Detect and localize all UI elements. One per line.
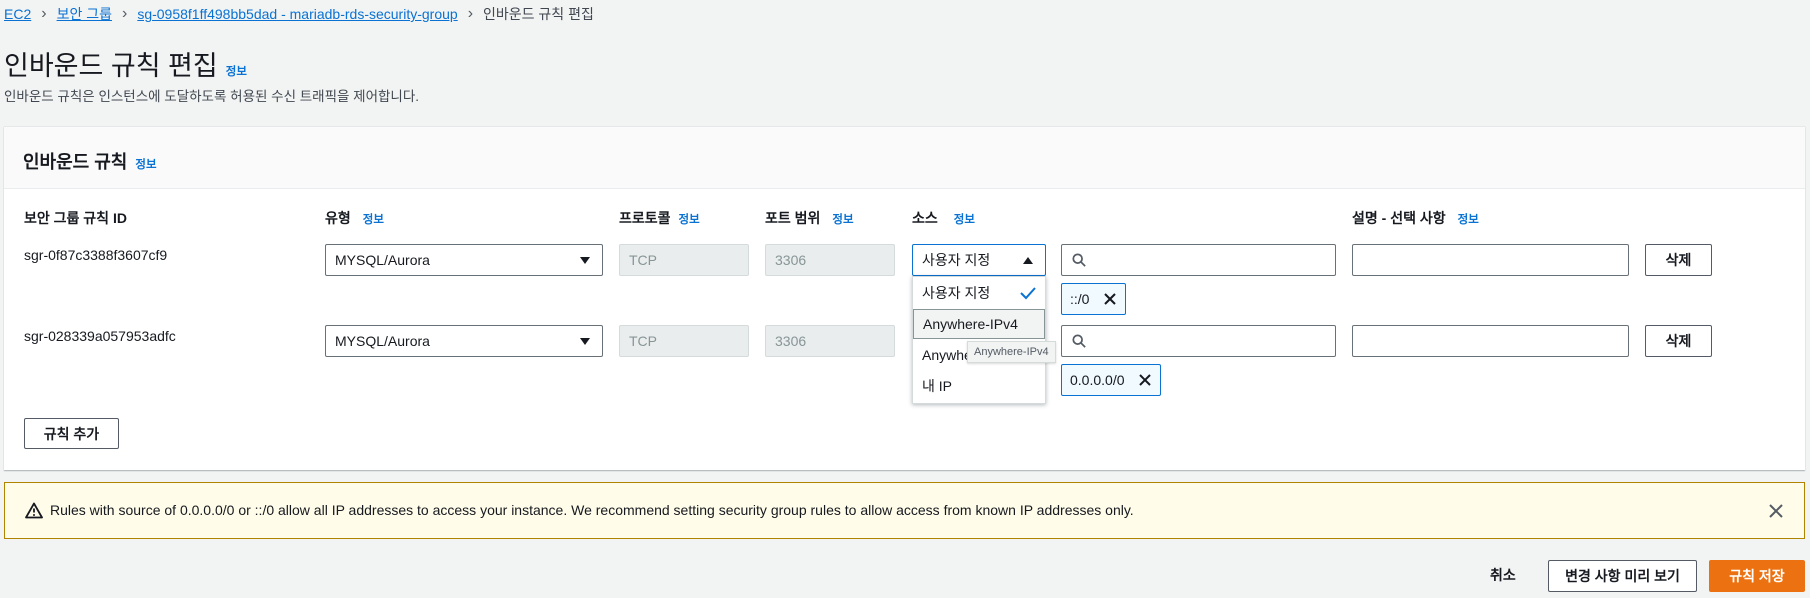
delete-rule-button[interactable]: 삭제 [1645,244,1712,276]
caret-down-icon [580,338,590,345]
description-input[interactable] [1352,244,1629,276]
panel-title: 인바운드 규칙 [23,152,128,172]
port-info-link[interactable]: 정보 [832,211,853,227]
dropdown-option-anywhere-ipv4[interactable]: Anywhere-IPv4 [913,309,1045,339]
type-select[interactable]: MYSQL/Aurora [325,325,603,357]
option-label: 내 IP [922,378,952,394]
protocol-field: TCP [619,325,749,357]
port-range-field: 3306 [765,325,895,357]
col-header-description: 설명 - 선택 사항 정보 [1352,208,1479,228]
caret-down-icon [580,257,590,264]
col-header-description-label: 설명 - 선택 사항 [1352,210,1446,226]
breadcrumb-current: 인바운드 규칙 편집 [483,6,594,22]
rule-id: sgr-028339a057953adfc [24,328,176,344]
option-label: Anywhe [922,347,972,363]
page-title: 인바운드 규칙 편집 [4,51,218,81]
col-header-protocol: 프로토콜 정보 [619,208,700,228]
description-info-link[interactable]: 정보 [1458,211,1479,227]
source-token: ::/0 [1061,283,1126,315]
type-select[interactable]: MYSQL/Aurora [325,244,603,276]
add-rule-button[interactable]: 규칙 추가 [24,418,119,449]
warning-alert: Rules with source of 0.0.0.0/0 or ::/0 a… [4,482,1805,539]
col-header-protocol-label: 프로토콜 [619,210,671,226]
remove-token-icon[interactable] [1138,373,1152,387]
panel-title-row: 인바운드 규칙 정보 [23,148,157,174]
page-title-row: 인바운드 규칙 편집 정보 [4,44,247,83]
col-header-rule-id-label: 보안 그룹 규칙 ID [24,210,127,226]
port-range-field: 3306 [765,244,895,276]
breadcrumb-security-group[interactable]: sg-0958f1ff498bb5dad - mariadb-rds-secur… [137,6,457,22]
save-rules-button[interactable]: 규칙 저장 [1709,560,1805,592]
col-header-type-label: 유형 [325,210,351,226]
col-header-rule-id: 보안 그룹 규칙 ID [24,208,127,228]
warning-icon [25,502,43,519]
col-header-source-label: 소스 [912,210,938,226]
panel-header: 인바운드 규칙 정보 [4,127,1805,189]
source-type-value: 사용자 지정 [922,252,991,268]
source-type-select[interactable]: 사용자 지정 [912,244,1046,276]
col-header-type: 유형 정보 [325,208,384,228]
panel-info-link[interactable]: 정보 [135,156,156,172]
page-subtitle: 인바운드 규칙은 인스턴스에 도달하도록 허용된 수신 트래픽을 제어합니다. [4,89,420,104]
chevron-right-icon: › [121,5,128,22]
chevron-right-icon: › [467,5,474,22]
protocol-field: TCP [619,244,749,276]
source-search-input[interactable] [1061,244,1336,276]
search-icon [1072,334,1086,348]
cancel-button[interactable]: 취소 [1490,565,1516,585]
check-icon [1020,287,1036,300]
type-select-value: MYSQL/Aurora [335,252,430,268]
warning-text: Rules with source of 0.0.0.0/0 or ::/0 a… [50,502,1134,518]
col-header-source: 소스 정보 [912,208,975,228]
source-token-label: 0.0.0.0/0 [1070,372,1125,388]
close-icon[interactable] [1768,503,1784,519]
rule-id: sgr-0f87c3388f3607cf9 [24,247,168,263]
option-tooltip: Anywhere-IPv4 [967,341,1056,363]
protocol-info-link[interactable]: 정보 [679,211,700,227]
description-input[interactable] [1352,325,1629,357]
type-select-value: MYSQL/Aurora [335,333,430,349]
inbound-rules-panel: 인바운드 규칙 정보 [4,126,1805,470]
source-token-label: ::/0 [1070,291,1090,307]
source-search-input[interactable] [1061,325,1336,357]
delete-rule-button[interactable]: 삭제 [1645,325,1712,357]
caret-up-icon [1023,257,1033,264]
type-info-link[interactable]: 정보 [363,211,384,227]
dropdown-option-my-ip[interactable]: 내 IP [913,371,1045,401]
search-icon [1072,253,1086,267]
page-info-link[interactable]: 정보 [226,63,247,79]
option-label: 사용자 지정 [922,285,991,301]
source-type-dropdown: 사용자 지정 Anywhere-IPv4 Anywhe 내 IP [912,276,1046,404]
preview-changes-button[interactable]: 변경 사항 미리 보기 [1548,560,1697,592]
source-info-link[interactable]: 정보 [954,211,975,227]
chevron-right-icon: › [41,5,47,22]
option-label: Anywhere-IPv4 [923,316,1018,332]
dropdown-option-custom[interactable]: 사용자 지정 [913,278,1045,308]
breadcrumb-ec2[interactable]: EC2 [4,6,31,22]
source-token: 0.0.0.0/0 [1061,364,1161,396]
col-header-port-label: 포트 범위 [765,210,821,226]
breadcrumb: EC2 › 보안 그룹 › sg-0958f1ff498bb5dad - mar… [4,4,594,24]
remove-token-icon[interactable] [1103,292,1117,306]
col-header-port: 포트 범위 정보 [765,208,854,228]
breadcrumb-security-groups[interactable]: 보안 그룹 [57,4,112,24]
